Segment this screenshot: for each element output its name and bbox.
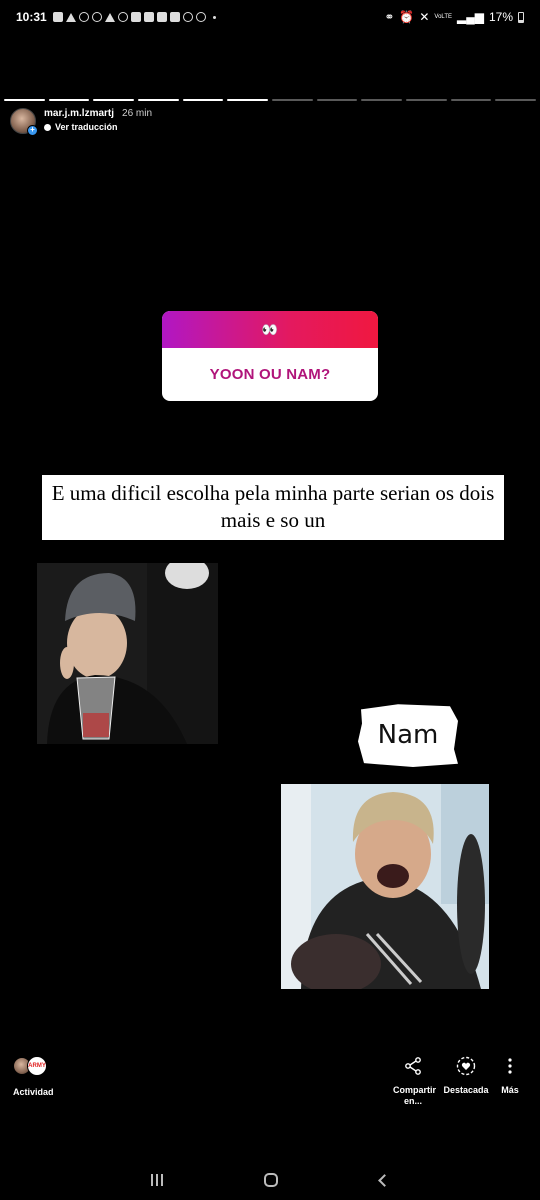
highlight-heart-icon	[441, 1055, 491, 1077]
activity-button[interactable]: ARMY Actividad	[13, 1056, 54, 1097]
more-button[interactable]: Más	[496, 1055, 524, 1096]
recent-apps-button[interactable]	[150, 1174, 163, 1186]
mute-icon: ✕	[419, 10, 430, 24]
status-right: ⚭ ⏰ ✕ VoLTE ▂▄▆ 17%	[384, 10, 524, 24]
activity-label: Actividad	[13, 1087, 54, 1097]
story-progress-segment	[4, 99, 45, 101]
viewer-avatars: ARMY	[13, 1056, 54, 1076]
facebook-icon	[91, 12, 102, 22]
photo-person-laughing	[281, 784, 489, 989]
youtube-icon	[143, 12, 154, 22]
story-progress-segment	[316, 99, 358, 101]
network-type: VoLTE	[434, 14, 452, 20]
app-icon	[117, 12, 128, 22]
system-nav-bar	[0, 1160, 540, 1200]
story-progress-bar	[4, 99, 537, 101]
twitter-icon	[156, 12, 167, 22]
story-progress-segment	[272, 99, 313, 101]
story-header[interactable]: + mar.j.m.lzmartj 26 min Ver traducción	[10, 108, 152, 136]
message-icon	[52, 12, 63, 22]
home-button[interactable]	[264, 1173, 279, 1187]
nam-sticker: Nam	[358, 704, 458, 767]
photo-person-beanie	[37, 563, 218, 744]
instagram-icon	[195, 12, 206, 22]
battery-percent: 17%	[488, 10, 513, 24]
story-progress-segment	[182, 99, 224, 101]
story-progress-segment	[406, 99, 447, 101]
post-time: 26 min	[122, 108, 153, 119]
eyes-icon: 👀	[261, 321, 279, 337]
alarm-icon: ⏰	[399, 10, 415, 24]
featured-button[interactable]: Destacada	[441, 1055, 491, 1096]
translate-label: Ver traducción	[55, 122, 118, 132]
instagram-icon	[182, 12, 193, 22]
plus-icon: +	[27, 125, 38, 136]
link-icon: ⚭	[384, 10, 395, 24]
user-info: mar.j.m.lzmartj 26 min Ver traducción	[44, 108, 152, 132]
notification-icons	[52, 12, 216, 22]
story-progress-segment	[361, 99, 403, 101]
more-label: Más	[501, 1085, 519, 1095]
avatar[interactable]: +	[10, 108, 38, 136]
battery-icon	[518, 11, 524, 23]
story-progress-segment	[48, 99, 90, 101]
story-bottom-bar: ARMY Actividad Compartir en... Destacada…	[0, 1050, 540, 1110]
translate-icon	[44, 123, 51, 131]
story-progress-segment	[93, 99, 135, 101]
warning-icon	[104, 12, 115, 22]
story-progress-segment	[450, 99, 492, 101]
viewer-avatar-badge: ARMY	[27, 1056, 47, 1076]
reply-text: E uma dificil escolha pela minha parte s…	[42, 475, 504, 540]
gallery-icon	[169, 12, 180, 22]
signal-icon: ▂▄▆	[457, 10, 484, 24]
tiktok-icon	[130, 12, 141, 22]
status-time: 10:31	[16, 10, 47, 24]
question-text: YOON OU NAM?	[209, 366, 331, 383]
status-bar: 10:31 ⚭ ⏰ ✕ VoLTE ▂▄▆ 17%	[0, 0, 540, 34]
facebook-icon	[78, 12, 89, 22]
share-icon	[393, 1055, 433, 1077]
more-notifications-dot	[212, 15, 216, 19]
share-label: Compartir en...	[393, 1085, 437, 1106]
story-progress-segment	[495, 99, 537, 101]
question-sticker[interactable]: 👀 YOON OU NAM?	[162, 311, 378, 401]
story-progress-segment	[227, 99, 269, 101]
translate-link[interactable]: Ver traducción	[44, 122, 152, 132]
featured-label: Destacada	[443, 1085, 489, 1095]
share-button[interactable]: Compartir en...	[393, 1055, 437, 1107]
more-vertical-icon	[496, 1055, 524, 1077]
username[interactable]: mar.j.m.lzmartj	[44, 108, 114, 119]
question-header: 👀	[162, 311, 378, 348]
back-button[interactable]	[378, 1173, 392, 1187]
warning-icon	[65, 12, 76, 22]
story-progress-segment	[138, 99, 179, 101]
